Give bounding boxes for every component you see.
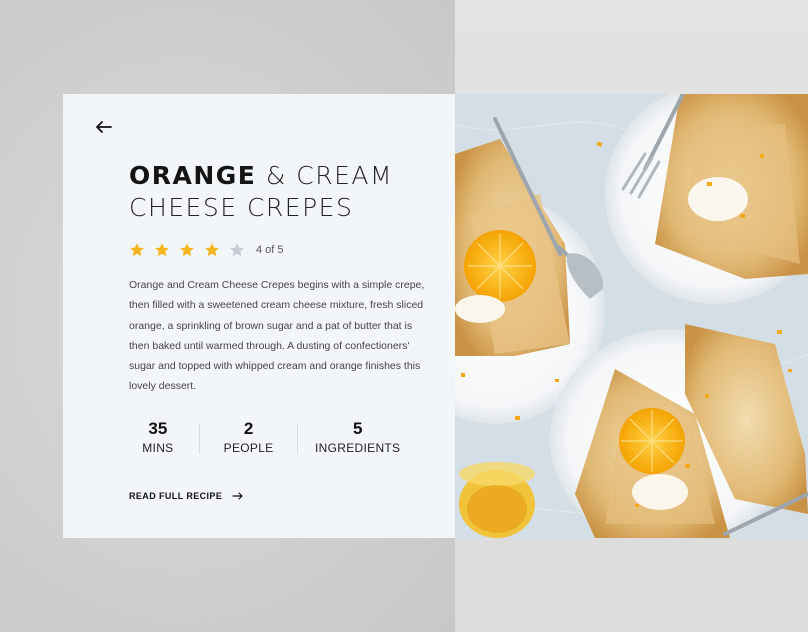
star-icon[interactable]	[154, 242, 170, 258]
title-bold: ORANGE	[129, 161, 257, 190]
back-button[interactable]	[94, 118, 114, 136]
crepes-photo-illustration	[455, 94, 808, 538]
star-icon[interactable]	[129, 242, 145, 258]
recipe-stats: 35 MINS 2 PEOPLE 5 INGREDIENTS	[117, 418, 417, 458]
stat-ingredients-value: 5	[352, 419, 363, 438]
rating-text: 4 of 5	[256, 244, 284, 256]
stat-servings: 2 PEOPLE	[200, 418, 298, 458]
star-rating[interactable]	[129, 242, 254, 258]
star-icon[interactable]	[204, 242, 220, 258]
star-icon[interactable]	[179, 242, 195, 258]
read-full-recipe-link[interactable]: READ FULL RECIPE	[129, 491, 244, 501]
star-icon[interactable]	[229, 242, 245, 258]
stat-time: 35 MINS	[117, 418, 199, 458]
title-rest: & CREAM	[265, 161, 394, 190]
stat-servings-label: PEOPLE	[223, 441, 274, 455]
stat-time-value: 35	[148, 419, 168, 438]
read-full-recipe-label: READ FULL RECIPE	[129, 491, 223, 501]
rating: 4 of 5	[129, 240, 284, 260]
stat-time-label: MINS	[142, 441, 174, 455]
title-line-2: CHEESE CREPES	[129, 193, 354, 222]
arrow-right-icon	[232, 492, 243, 500]
recipe-title: ORANGE & CREAM CHEESE CREPES	[129, 160, 429, 224]
arrow-left-icon	[96, 121, 112, 133]
stat-servings-value: 2	[243, 419, 254, 438]
stat-ingredients: 5 INGREDIENTS	[298, 418, 417, 458]
recipe-photo	[455, 94, 808, 538]
stat-ingredients-label: INGREDIENTS	[315, 441, 401, 455]
recipe-description: Orange and Cream Cheese Crepes begins wi…	[129, 279, 425, 393]
